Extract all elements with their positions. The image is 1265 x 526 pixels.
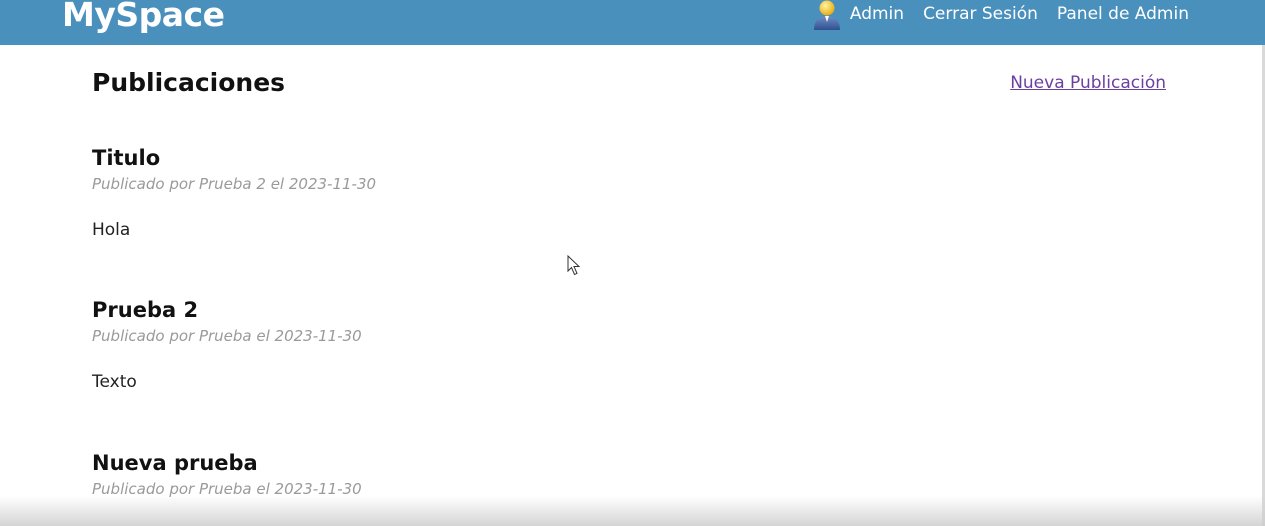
post-item: Prueba 2 Publicado por Prueba el 2023-11… [92, 297, 792, 393]
user-menu[interactable]: Admin [810, 0, 904, 30]
top-navbar: MySpace Admin Cerrar Sesión Panel de Adm… [0, 0, 1265, 45]
logout-link[interactable]: Cerrar Sesión [923, 4, 1038, 24]
user-avatar-icon [813, 0, 840, 30]
post-item: Titulo Publicado por Prueba 2 el 2023-11… [92, 145, 792, 241]
page-title: Publicaciones [92, 68, 286, 97]
post-meta: Publicado por Prueba el 2023-11-30 [92, 480, 362, 498]
admin-panel-link[interactable]: Panel de Admin [1057, 4, 1189, 24]
navbar-links: Admin Cerrar Sesión Panel de Admin [810, 0, 1189, 30]
post-meta: Publicado por Prueba 2 el 2023-11-30 [92, 175, 377, 193]
brand-logo[interactable]: MySpace [62, 0, 225, 34]
post-title: Prueba 2 [92, 298, 199, 322]
post-body: Texto [92, 372, 137, 392]
post-body: Hola [92, 220, 131, 240]
mouse-pointer-icon [567, 255, 581, 276]
user-name-link[interactable]: Admin [850, 4, 904, 24]
post-meta: Publicado por Prueba el 2023-11-30 [92, 327, 362, 345]
post-title: Nueva prueba [92, 451, 258, 475]
post-title: Titulo [92, 146, 161, 170]
new-post-link[interactable]: Nueva Publicación [1010, 73, 1166, 93]
post-item: Nueva prueba Publicado por Prueba el 202… [92, 450, 792, 524]
